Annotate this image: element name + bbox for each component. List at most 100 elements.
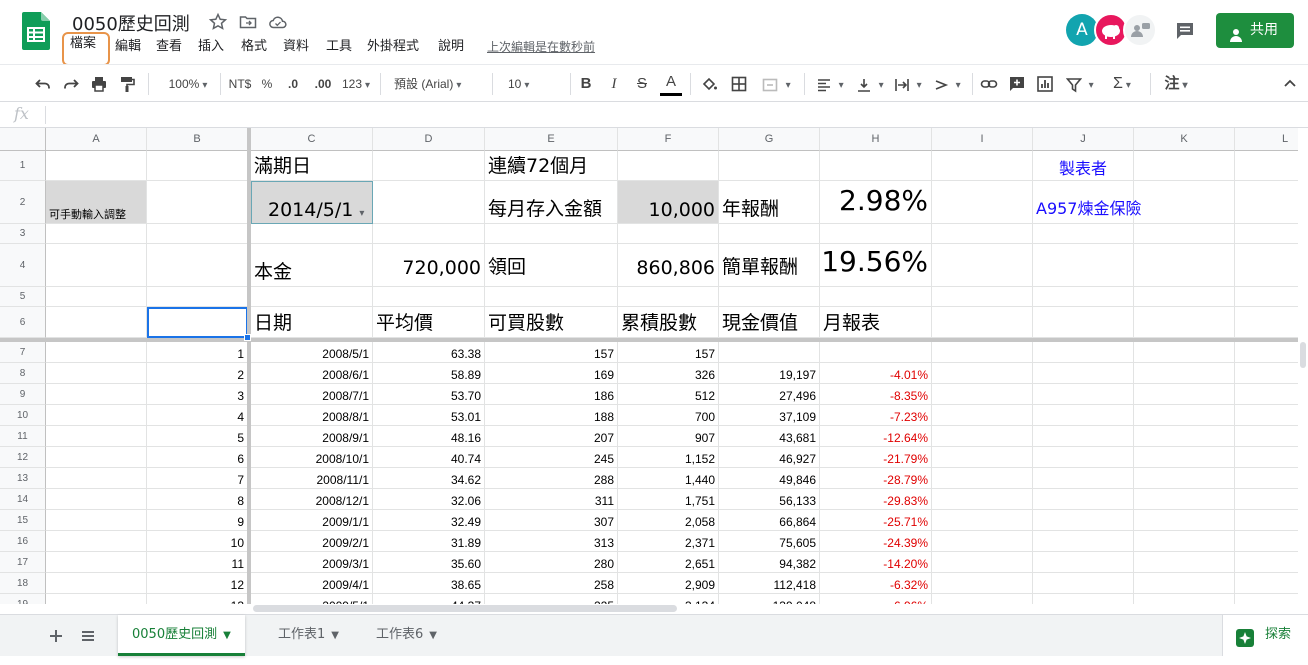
cell-cum[interactable]: 1,152 <box>618 447 719 468</box>
cell[interactable] <box>932 510 1033 531</box>
select-all-corner[interactable] <box>0 128 46 151</box>
cell[interactable] <box>932 447 1033 468</box>
cell-maturity-date-dropdown[interactable]: 2014/5/1 ▾ <box>251 181 373 224</box>
cell-value[interactable]: 112,418 <box>719 573 820 594</box>
zoom-select[interactable]: 100% <box>160 71 216 97</box>
cell-avg[interactable]: 34.62 <box>373 468 485 489</box>
vertical-scrollbar[interactable] <box>1298 128 1308 604</box>
cell[interactable] <box>485 287 618 307</box>
cell[interactable] <box>485 224 618 244</box>
cell-date[interactable]: 2009/1/1 <box>251 510 373 531</box>
cell-avg[interactable]: 40.74 <box>373 447 485 468</box>
cell[interactable] <box>1235 594 1298 604</box>
cell[interactable] <box>1134 384 1235 405</box>
cell[interactable] <box>1033 552 1134 573</box>
decrease-decimal-button[interactable]: .0 <box>282 71 304 97</box>
sheet-tab-backtest[interactable]: 0050歷史回測 ▼ <box>118 615 245 656</box>
functions-icon[interactable]: Σ <box>1104 71 1140 97</box>
cell-payout-label[interactable]: 領回 <box>485 244 618 287</box>
insert-chart-icon[interactable] <box>1034 71 1056 97</box>
cell[interactable] <box>719 287 820 307</box>
cell-avg[interactable]: 48.16 <box>373 426 485 447</box>
cell[interactable] <box>1235 224 1298 244</box>
cell[interactable] <box>147 151 248 181</box>
cell-buy[interactable]: 157 <box>485 342 618 363</box>
cell-simple-return-label[interactable]: 簡單報酬 <box>719 244 820 287</box>
filter-icon[interactable] <box>1062 71 1098 97</box>
menu-format[interactable]: 格式 <box>235 36 273 62</box>
vertical-scroll-thumb[interactable] <box>1300 342 1306 368</box>
cell-avg[interactable]: 58.89 <box>373 363 485 384</box>
cell[interactable] <box>1235 426 1298 447</box>
cell[interactable] <box>932 531 1033 552</box>
cell[interactable] <box>932 384 1033 405</box>
more-formats-select[interactable]: 123 <box>338 71 374 97</box>
cell[interactable] <box>46 573 147 594</box>
sheets-logo-icon[interactable] <box>22 12 50 50</box>
cell-value[interactable]: 19,197 <box>719 363 820 384</box>
cell[interactable] <box>932 151 1033 181</box>
cell-value[interactable]: 66,864 <box>719 510 820 531</box>
cell-n[interactable]: 7 <box>147 468 248 489</box>
cell-value[interactable]: 27,496 <box>719 384 820 405</box>
cell-cum[interactable]: 700 <box>618 405 719 426</box>
move-to-folder-icon[interactable] <box>238 12 258 32</box>
cell[interactable] <box>1134 531 1235 552</box>
share-button[interactable]: 共用 <box>1216 13 1294 48</box>
cell-n[interactable]: 1 <box>147 342 248 363</box>
last-edit-link[interactable]: 上次編輯是在數秒前 <box>487 38 595 55</box>
cell[interactable] <box>1134 151 1235 181</box>
cell[interactable] <box>46 363 147 384</box>
cell-n[interactable]: 8 <box>147 489 248 510</box>
cell-date[interactable]: 2009/2/1 <box>251 531 373 552</box>
column-header-c[interactable]: C <box>251 128 373 151</box>
column-header-b[interactable]: B <box>147 128 248 151</box>
cell[interactable] <box>1134 224 1235 244</box>
cell-value[interactable]: 46,927 <box>719 447 820 468</box>
fill-color-icon[interactable] <box>698 71 720 97</box>
currency-format-button[interactable]: NT$ <box>226 71 254 97</box>
cell-date[interactable]: 2008/12/1 <box>251 489 373 510</box>
text-wrap-icon[interactable] <box>890 71 926 97</box>
star-icon[interactable] <box>208 12 228 32</box>
cell-n[interactable]: 10 <box>147 531 248 552</box>
cell-buy[interactable]: 245 <box>485 447 618 468</box>
cell[interactable] <box>46 224 147 244</box>
row-header[interactable]: 10 <box>0 405 46 426</box>
cell[interactable] <box>251 287 373 307</box>
menu-addons[interactable]: 外掛程式 <box>361 36 425 62</box>
cell[interactable] <box>1134 594 1235 604</box>
menu-file[interactable]: 檔案 <box>62 32 110 66</box>
percent-format-button[interactable]: % <box>258 71 276 97</box>
cell[interactable] <box>147 287 248 307</box>
cell-author-name[interactable]: A957煉金保險 <box>1033 181 1142 224</box>
cell[interactable] <box>46 287 147 307</box>
increase-decimal-button[interactable]: .00 <box>310 71 336 97</box>
cell-date[interactable]: 2008/6/1 <box>251 363 373 384</box>
formula-input[interactable] <box>52 102 1292 127</box>
column-header-f[interactable]: F <box>618 128 719 151</box>
cell-ret[interactable] <box>820 342 932 363</box>
cell-buy[interactable]: 225 <box>485 594 618 604</box>
cell[interactable] <box>1033 384 1134 405</box>
cell[interactable] <box>932 405 1033 426</box>
cell-cum[interactable]: 2,058 <box>618 510 719 531</box>
cell-n[interactable]: 3 <box>147 384 248 405</box>
cell[interactable] <box>1033 307 1134 338</box>
row-header[interactable]: 7 <box>0 342 46 363</box>
cell[interactable] <box>46 244 147 287</box>
cell[interactable] <box>46 594 147 604</box>
cell-value[interactable]: 56,133 <box>719 489 820 510</box>
row-header[interactable]: 4 <box>0 244 46 287</box>
cell-date[interactable]: 2009/4/1 <box>251 573 373 594</box>
cell-simple-return-value[interactable]: 19.56% <box>820 244 932 287</box>
cell-n[interactable]: 11 <box>147 552 248 573</box>
cell[interactable] <box>46 307 147 338</box>
print-icon[interactable] <box>88 71 110 97</box>
cell[interactable] <box>1033 468 1134 489</box>
cell[interactable] <box>1033 363 1134 384</box>
cell[interactable] <box>1033 426 1134 447</box>
cell-date[interactable]: 2008/7/1 <box>251 384 373 405</box>
cell[interactable] <box>1134 510 1235 531</box>
cloud-status-icon[interactable] <box>268 12 288 32</box>
